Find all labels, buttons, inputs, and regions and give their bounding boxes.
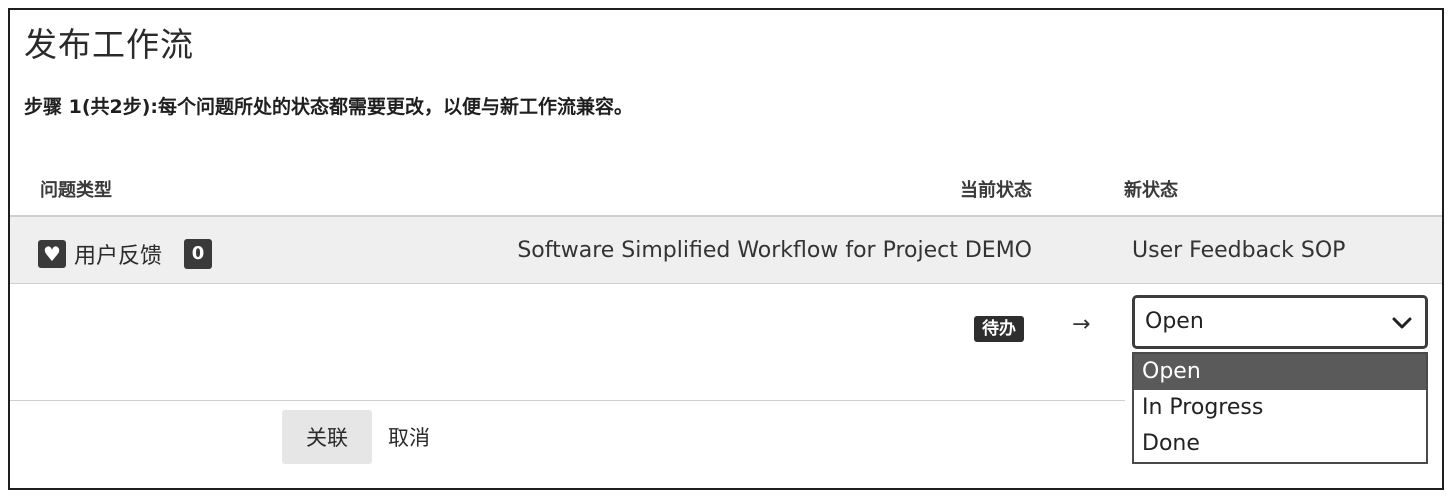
new-status-select[interactable]: Open	[1132, 295, 1428, 349]
page-title: 发布工作流	[24, 25, 194, 64]
cancel-button[interactable]: 取消	[388, 422, 430, 452]
chevron-down-icon	[1392, 317, 1412, 329]
select-value: Open	[1145, 309, 1204, 334]
status-dropdown-list: Open In Progress Done	[1132, 352, 1428, 464]
from-status-badge: 待办	[974, 316, 1024, 342]
header-new-status: 新状态	[1124, 180, 1178, 201]
associate-button[interactable]: 关联	[282, 410, 372, 464]
issue-type-label: 用户反馈	[74, 244, 163, 269]
footer-divider	[10, 400, 1125, 401]
workflow-publish-panel: 发布工作流 步骤 1(共2步):每个问题所处的状态都需要更改，以便与新工作流兼容…	[8, 8, 1444, 490]
count-badge: 0	[184, 239, 212, 269]
header-current-status: 当前状态	[960, 180, 1032, 201]
heart-icon: ♥	[38, 240, 66, 268]
new-workflow: User Feedback SOP	[1132, 238, 1346, 263]
step-description: 步骤 1(共2步):每个问题所处的状态都需要更改，以便与新工作流兼容。	[24, 96, 634, 118]
dropdown-option-open[interactable]: Open	[1134, 354, 1426, 390]
dropdown-option-done[interactable]: Done	[1134, 426, 1426, 462]
header-issue-type: 问题类型	[40, 180, 112, 201]
mapping-arrow: →	[1072, 312, 1091, 337]
current-workflow: Software Simplified Workflow for Project…	[517, 238, 1032, 263]
dropdown-option-in-progress[interactable]: In Progress	[1134, 390, 1426, 426]
